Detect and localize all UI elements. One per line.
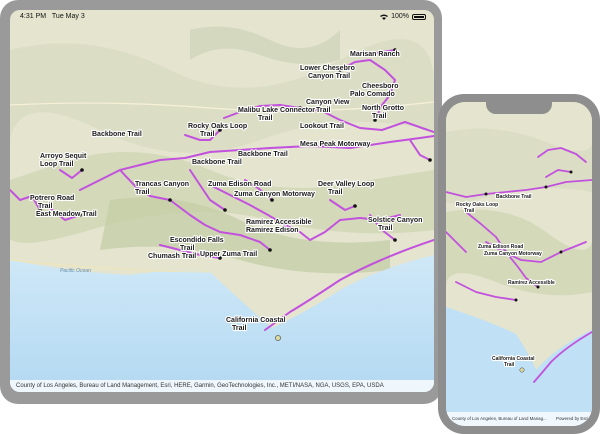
ocean-label: Pacific Ocean xyxy=(60,268,91,274)
map-label: Trail xyxy=(316,107,330,114)
map-label: Backbone Trail xyxy=(192,159,242,166)
phone-map-canvas[interactable]: Rocky Oaks Loop Trail Backbone Trail Zum… xyxy=(446,102,592,426)
map-label: Backbone Trail xyxy=(496,194,532,200)
map-label: Escondido Falls xyxy=(170,237,224,244)
map-label: Rocky Oaks Loop xyxy=(188,123,247,130)
map-label: Loop Trail xyxy=(40,161,74,168)
map-label: Arroyo Sequit xyxy=(40,153,87,160)
phone-device: Rocky Oaks Loop Trail Backbone Trail Zum… xyxy=(438,94,600,434)
map-label: Trail xyxy=(200,131,214,138)
powered-by-esri-link[interactable]: Powered by Esri xyxy=(550,412,588,426)
map-label: Backbone Trail xyxy=(92,131,142,138)
map-label: Trail xyxy=(504,362,515,368)
map-label: Chumash Trail xyxy=(148,253,196,260)
map-label: Trail xyxy=(180,245,194,252)
phone-trail-map[interactable]: Rocky Oaks Loop Trail Backbone Trail Zum… xyxy=(446,102,592,426)
map-label: North Grotto xyxy=(362,105,404,112)
map-label: Marisan Ranch xyxy=(350,51,400,58)
map-label: Trail xyxy=(464,208,475,214)
phone-screen: Rocky Oaks Loop Trail Backbone Trail Zum… xyxy=(446,102,592,426)
map-label: Canyon View xyxy=(306,99,350,106)
map-attribution[interactable]: County of Los Angeles, Bureau of Land Ma… xyxy=(10,380,434,392)
map-label: Deer Valley Loop xyxy=(318,181,374,188)
map-label: Trancas Canyon xyxy=(135,181,189,188)
status-time: 4:31 PM xyxy=(20,13,47,20)
map-label: California Coastal xyxy=(226,317,286,324)
map-canvas[interactable]: Pacific Ocean Marisan Ranch Lower Cheseb… xyxy=(10,10,434,392)
map-label: Mesa Peak Motorway xyxy=(300,141,371,148)
phone-map-attribution[interactable]: County of Los Angeles, Bureau of Land Ma… xyxy=(446,412,592,426)
battery-icon xyxy=(412,13,426,20)
map-label: Lookout Trail xyxy=(300,123,344,130)
phone-notch xyxy=(486,102,552,114)
map-label: Zuma Canyon Motorway xyxy=(484,251,542,257)
map-label: Lower Chesebro xyxy=(300,65,355,72)
map-label: Trail xyxy=(232,325,246,332)
battery-percent: 100% xyxy=(391,13,409,20)
tablet-device: Pacific Ocean Marisan Ranch Lower Cheseb… xyxy=(0,0,442,404)
map-label: Palo Comado xyxy=(350,91,395,98)
map-label: Trail xyxy=(135,189,149,196)
map-label: Zuma Canyon Motorway xyxy=(234,191,315,198)
map-label: Ramirez Accessible xyxy=(508,280,555,286)
map-label: Upper Zuma Trail xyxy=(200,251,257,258)
map-label: Ramirez Accessible xyxy=(246,219,312,226)
map-label: Trail xyxy=(38,203,52,210)
map-label: Malibu Lake Connector xyxy=(238,107,315,114)
map-label: Rocky Oaks Loop xyxy=(456,202,498,208)
map-label: Trail xyxy=(378,225,392,232)
status-date: Tue May 3 xyxy=(51,13,85,20)
map-label: Cheesboro xyxy=(362,83,399,90)
map-label: Canyon Trail xyxy=(308,73,350,80)
map-label: Trail xyxy=(328,189,342,196)
map-label: Trail xyxy=(372,113,386,120)
tablet-status-bar: 4:31 PM Tue May 3 100% xyxy=(10,10,434,24)
map-label: Backbone Trail xyxy=(238,151,288,158)
map-label: Zuma Edison Road xyxy=(478,244,523,250)
wifi-icon xyxy=(380,14,389,20)
map-label: East Meadow Trail xyxy=(36,211,97,218)
map-label: Solstice Canyon xyxy=(368,217,422,224)
map-label: Zuma Edison Road xyxy=(208,181,271,188)
map-label: Potrero Road xyxy=(30,195,74,202)
map-label: Ramirez Edison xyxy=(246,227,299,234)
map-label: Trail xyxy=(258,115,272,122)
trail-map[interactable]: Pacific Ocean Marisan Ranch Lower Cheseb… xyxy=(10,10,434,392)
tablet-screen: Pacific Ocean Marisan Ranch Lower Cheseb… xyxy=(10,10,434,392)
